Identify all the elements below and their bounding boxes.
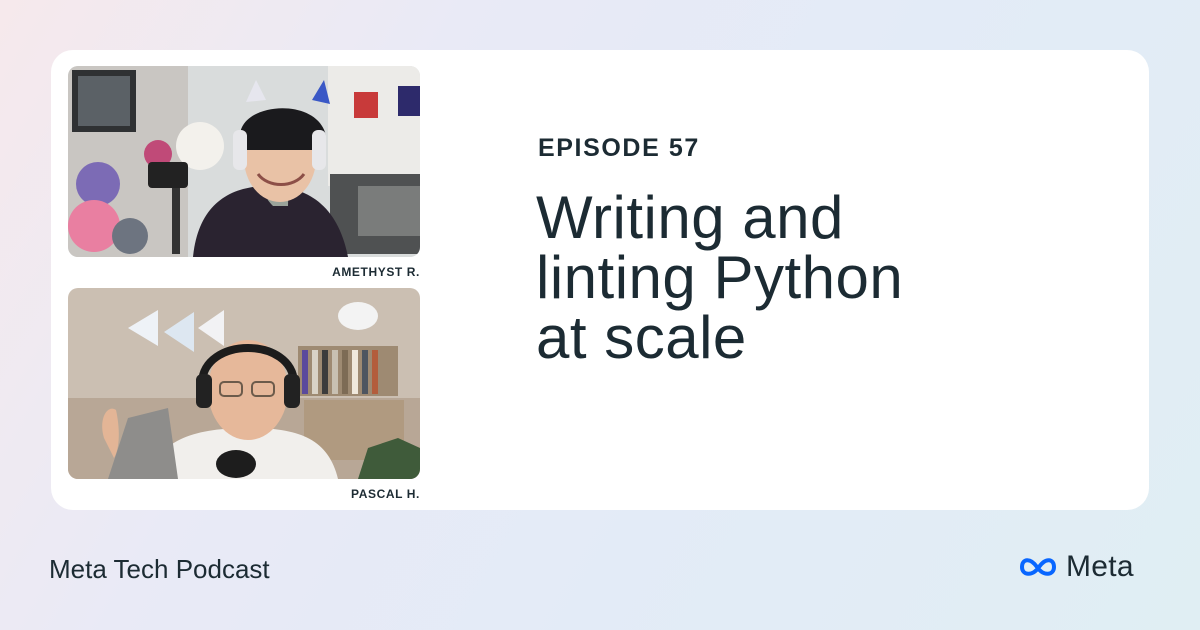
guest-photo-amethyst bbox=[68, 66, 420, 257]
guest-name-caption: PASCAL H. bbox=[351, 487, 420, 501]
episode-title-line: linting Python bbox=[536, 244, 904, 311]
episode-title-line: Writing and bbox=[536, 184, 844, 251]
episode-number: EPISODE 57 bbox=[538, 134, 700, 162]
episode-card: AMETHYST R. PASCAL H. EPISODE 57 Writing… bbox=[51, 50, 1149, 510]
podcast-name: Meta Tech Podcast bbox=[49, 554, 270, 584]
guest-name-caption: AMETHYST R. bbox=[332, 265, 420, 279]
episode-title-line: at scale bbox=[536, 304, 747, 371]
brand-name: Meta bbox=[1066, 550, 1134, 583]
meta-logo: Meta bbox=[1016, 550, 1134, 584]
guest-photo-pascal bbox=[68, 288, 420, 479]
episode-title: Writing and linting Python at scale bbox=[536, 188, 1096, 368]
meta-infinity-logo-icon bbox=[1019, 558, 1057, 576]
